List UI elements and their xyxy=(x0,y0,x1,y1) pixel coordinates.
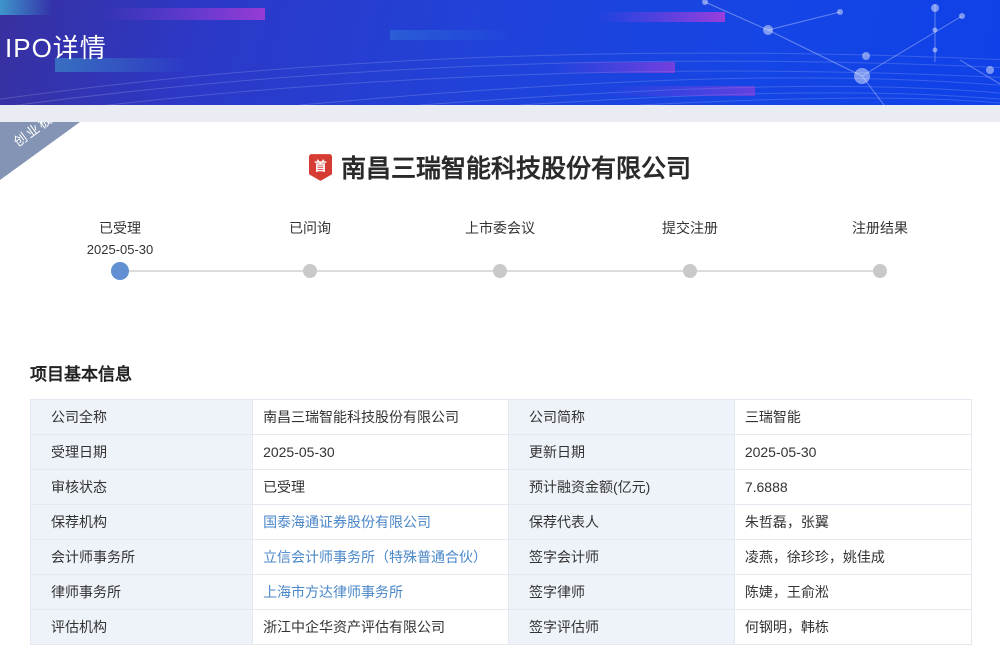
company-short-name-label: 公司简称 xyxy=(509,400,735,435)
company-full-name-label: 公司全称 xyxy=(31,400,253,435)
table-row: 公司全称 南昌三瑞智能科技股份有限公司 公司简称 三瑞智能 xyxy=(31,400,972,435)
basic-info-table: 公司全称 南昌三瑞智能科技股份有限公司 公司简称 三瑞智能 受理日期 2025-… xyxy=(30,399,972,645)
step-date xyxy=(245,242,375,258)
step-label: 已受理 xyxy=(55,218,185,238)
accounting-firm-label: 会计师事务所 xyxy=(31,540,253,575)
content-card: 创业板 首 南昌三瑞智能科技股份有限公司 已受理 2025-05-30 已问询 … xyxy=(0,122,1000,662)
table-row: 审核状态 已受理 预计融资金额(亿元) 7.6888 xyxy=(31,470,972,505)
law-firm-label: 律师事务所 xyxy=(31,575,253,610)
step-label: 已问询 xyxy=(245,218,375,238)
company-full-name-value: 南昌三瑞智能科技股份有限公司 xyxy=(253,400,509,435)
table-row: 律师事务所 上海市方达律师事务所 签字律师 陈婕，王俞淞 xyxy=(31,575,972,610)
page-banner: IPO详情 xyxy=(0,0,1000,105)
step-listing-committee: 上市委会议 xyxy=(435,218,565,258)
signing-lawyer-label: 签字律师 xyxy=(509,575,735,610)
step-dot xyxy=(683,264,697,278)
signing-appraiser-label: 签字评估师 xyxy=(509,610,735,645)
acceptance-date-value: 2025-05-30 xyxy=(253,435,509,470)
company-short-name-value: 三瑞智能 xyxy=(734,400,971,435)
step-date xyxy=(815,242,945,258)
banner-decoration xyxy=(0,0,1000,105)
step-date xyxy=(625,242,755,258)
signing-accountant-value: 凌燕，徐珍珍，姚佳成 xyxy=(734,540,971,575)
table-row: 受理日期 2025-05-30 更新日期 2025-05-30 xyxy=(31,435,972,470)
section-title-basic-info: 项目基本信息 xyxy=(30,360,1000,385)
sponsor-institution-link[interactable]: 国泰海通证券股份有限公司 xyxy=(263,514,431,530)
expected-funding-label: 预计融资金额(亿元) xyxy=(509,470,735,505)
update-date-label: 更新日期 xyxy=(509,435,735,470)
sponsor-institution-label: 保荐机构 xyxy=(31,505,253,540)
step-submit-registration: 提交注册 xyxy=(625,218,755,258)
step-label: 注册结果 xyxy=(815,218,945,238)
step-accepted: 已受理 2025-05-30 xyxy=(55,218,185,258)
step-label: 上市委会议 xyxy=(435,218,565,238)
signing-appraiser-value: 何钢明，韩栋 xyxy=(734,610,971,645)
step-registration-result: 注册结果 xyxy=(815,218,945,258)
ipo-first-badge-icon: 首 xyxy=(309,154,332,181)
review-status-value: 已受理 xyxy=(253,470,509,505)
company-title-row: 首 南昌三瑞智能科技股份有限公司 xyxy=(0,122,1000,185)
update-date-value: 2025-05-30 xyxy=(734,435,971,470)
table-row: 保荐机构 国泰海通证券股份有限公司 保荐代表人 朱哲磊，张翼 xyxy=(31,505,972,540)
review-status-label: 审核状态 xyxy=(31,470,253,505)
accounting-firm-link[interactable]: 立信会计师事务所（特殊普通合伙） xyxy=(263,549,487,565)
step-date xyxy=(435,242,565,258)
step-date: 2025-05-30 xyxy=(55,242,185,258)
step-dot xyxy=(493,264,507,278)
step-dot xyxy=(873,264,887,278)
signing-accountant-label: 签字会计师 xyxy=(509,540,735,575)
sponsor-representative-label: 保荐代表人 xyxy=(509,505,735,540)
appraisal-institution-value: 浙江中企华资产评估有限公司 xyxy=(253,610,509,645)
table-row: 会计师事务所 立信会计师事务所（特殊普通合伙） 签字会计师 凌燕，徐珍珍，姚佳成 xyxy=(31,540,972,575)
step-dot-active xyxy=(111,262,129,280)
page-title: IPO详情 xyxy=(5,28,107,65)
step-inquired: 已问询 xyxy=(245,218,375,258)
appraisal-institution-label: 评估机构 xyxy=(31,610,253,645)
signing-lawyer-value: 陈婕，王俞淞 xyxy=(734,575,971,610)
board-ribbon-label: 创业板 xyxy=(9,109,57,151)
law-firm-link[interactable]: 上海市方达律师事务所 xyxy=(263,584,403,600)
ipo-progress-stepper: 已受理 2025-05-30 已问询 上市委会议 提交注册 注册结果 xyxy=(120,218,880,290)
ipo-first-badge-char: 首 xyxy=(314,158,327,173)
sponsor-representative-value: 朱哲磊，张翼 xyxy=(734,505,971,540)
step-dot xyxy=(303,264,317,278)
acceptance-date-label: 受理日期 xyxy=(31,435,253,470)
table-row: 评估机构 浙江中企华资产评估有限公司 签字评估师 何钢明，韩栋 xyxy=(31,610,972,645)
expected-funding-value: 7.6888 xyxy=(734,470,971,505)
company-name: 南昌三瑞智能科技股份有限公司 xyxy=(341,149,691,185)
step-label: 提交注册 xyxy=(625,218,755,238)
